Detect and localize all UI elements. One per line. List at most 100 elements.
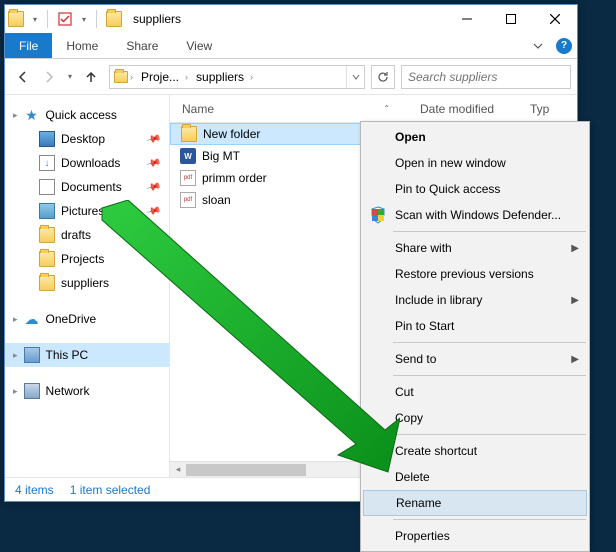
sidebar-item-label: Desktop [61, 132, 105, 146]
folder-icon [5, 8, 27, 30]
minimize-button[interactable] [445, 5, 489, 33]
sidebar-item-label: Downloads [61, 156, 120, 170]
cm-create-shortcut[interactable]: Create shortcut [363, 438, 587, 464]
cm-share-with[interactable]: Share with▶ [363, 235, 587, 261]
file-name: sloan [202, 193, 231, 207]
forward-button[interactable] [37, 65, 61, 89]
breadcrumb-suppliers[interactable]: suppliers› [192, 66, 257, 88]
cm-restore-versions[interactable]: Restore previous versions [363, 261, 587, 287]
up-button[interactable] [79, 65, 103, 89]
navbar: ▾ › Proje...› suppliers› [5, 59, 577, 95]
sidebar-item-pictures[interactable]: Pictures📌 [5, 199, 169, 223]
window-title: suppliers [133, 12, 181, 26]
submenu-arrow-icon: ▶ [571, 243, 579, 254]
sidebar-item-label: suppliers [61, 276, 109, 290]
pin-icon: 📌 [145, 203, 161, 219]
cm-rename[interactable]: Rename [363, 490, 587, 516]
tab-home[interactable]: Home [52, 33, 112, 58]
pin-icon: 📌 [145, 131, 161, 147]
this-pc-label: This PC [46, 348, 89, 362]
sidebar-item-suppliers[interactable]: suppliers [5, 271, 169, 295]
back-button[interactable] [11, 65, 35, 89]
breadcrumb-root[interactable]: › [110, 66, 137, 88]
item-count: 4 items [15, 483, 54, 497]
submenu-arrow-icon: ▶ [571, 295, 579, 306]
sidebar-item-documents[interactable]: Documents📌 [5, 175, 169, 199]
pic-icon [39, 203, 55, 219]
chevron-right-icon: › [130, 72, 133, 82]
caret-icon: ▸ [13, 110, 18, 121]
column-header: Name⌃ Date modified Typ [170, 95, 577, 123]
address-bar[interactable]: › Proje...› suppliers› [109, 65, 365, 89]
refresh-button[interactable] [371, 65, 395, 89]
maximize-button[interactable] [489, 5, 533, 33]
cm-delete[interactable]: Delete [363, 464, 587, 490]
tab-view[interactable]: View [172, 33, 226, 58]
network-icon [24, 383, 40, 399]
selected-count: 1 item selected [70, 483, 151, 497]
file-name: Big MT [202, 149, 240, 163]
cm-cut[interactable]: Cut [363, 379, 587, 405]
onedrive[interactable]: ▸ ☁ OneDrive [5, 307, 169, 331]
network-label: Network [46, 384, 90, 398]
sidebar-item-label: Documents [61, 180, 122, 194]
file-tab[interactable]: File [5, 33, 52, 58]
cloud-icon: ☁ [24, 311, 40, 327]
pdf-icon: pdf [180, 192, 196, 208]
title-folder-icon [103, 8, 125, 30]
close-button[interactable] [533, 5, 577, 33]
chevron-right-icon: › [185, 72, 188, 82]
quick-access[interactable]: ▸ ★ Quick access [5, 103, 169, 127]
cm-include-library[interactable]: Include in library▶ [363, 287, 587, 313]
folder-icon [39, 251, 55, 267]
cm-pin-quick[interactable]: Pin to Quick access [363, 176, 587, 202]
col-type[interactable]: Typ [530, 102, 577, 116]
word-icon: W [180, 148, 196, 164]
search-box[interactable] [401, 65, 571, 89]
network[interactable]: ▸ Network [5, 379, 169, 403]
titlebar: ▾ ▾ suppliers [5, 5, 577, 33]
file-name: primm order [202, 171, 267, 185]
desktop-icon [39, 131, 55, 147]
search-input[interactable] [408, 70, 565, 84]
quick-access-label: Quick access [46, 108, 117, 122]
breadcrumb-projects[interactable]: Proje...› [137, 66, 192, 88]
scroll-left-icon[interactable]: ◂ [170, 462, 186, 478]
scroll-thumb[interactable] [186, 464, 306, 476]
pin-icon: 📌 [145, 227, 161, 243]
recent-dropdown[interactable]: ▾ [63, 65, 77, 89]
pin-icon: 📌 [145, 251, 161, 267]
cm-defender[interactable]: Scan with Windows Defender... [363, 202, 587, 228]
folder-icon [39, 275, 55, 291]
col-date[interactable]: Date modified [420, 102, 530, 116]
sidebar-item-desktop[interactable]: Desktop 📌 [5, 127, 169, 151]
cm-send-to[interactable]: Send to▶ [363, 346, 587, 372]
cm-open-new-window[interactable]: Open in new window [363, 150, 587, 176]
cm-pin-start[interactable]: Pin to Start [363, 313, 587, 339]
cm-copy[interactable]: Copy [363, 405, 587, 431]
tab-share[interactable]: Share [112, 33, 172, 58]
cm-open[interactable]: Open [363, 124, 587, 150]
quick-access-toolbar: ▾ ▾ [5, 8, 125, 30]
sidebar-item-drafts[interactable]: drafts📌 [5, 223, 169, 247]
address-dropdown[interactable] [346, 66, 364, 88]
caret-icon: ▸ [13, 314, 18, 325]
properties-toggle[interactable] [54, 8, 76, 30]
submenu-arrow-icon: ▶ [571, 354, 579, 365]
sidebar-item-projects[interactable]: Projects📌 [5, 247, 169, 271]
pdf-icon: pdf [180, 170, 196, 186]
cm-properties[interactable]: Properties [363, 523, 587, 549]
sort-asc-icon: ⌃ [383, 104, 390, 113]
ribbon-expand-button[interactable] [525, 33, 551, 58]
sidebar-item-downloads[interactable]: Downloads📌 [5, 151, 169, 175]
qat-dropdown-2[interactable]: ▾ [78, 8, 90, 30]
qat-dropdown[interactable]: ▾ [29, 8, 41, 30]
ribbon: File Home Share View ? [5, 33, 577, 59]
help-icon: ? [556, 38, 572, 54]
onedrive-label: OneDrive [46, 312, 97, 326]
folder-icon [39, 227, 55, 243]
col-name[interactable]: Name⌃ [170, 102, 420, 116]
shield-icon [369, 206, 387, 224]
help-button[interactable]: ? [551, 33, 577, 58]
this-pc[interactable]: ▸ This PC [5, 343, 169, 367]
